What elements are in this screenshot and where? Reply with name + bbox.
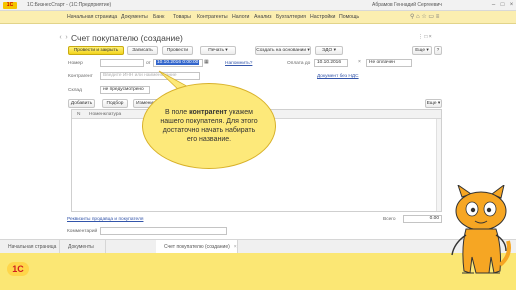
print-dropdown-button[interactable]: Печать ▾ bbox=[200, 46, 236, 55]
payment-status-select[interactable]: Не оплачен bbox=[366, 59, 412, 67]
maximize-button[interactable]: □ bbox=[499, 1, 506, 9]
date-from-label: от bbox=[146, 61, 151, 66]
form-title: Счет покупателю (создание) bbox=[71, 33, 183, 43]
left-panel bbox=[0, 24, 58, 239]
tab-invoice-label: Счет покупателю (создание) bbox=[164, 244, 230, 250]
total-label: Всего bbox=[383, 217, 396, 222]
help-button[interactable]: ? bbox=[434, 46, 442, 55]
requisites-link[interactable]: Реквизиты продавца и покупателя bbox=[67, 217, 143, 222]
no-vat-link[interactable]: Документ без НДС bbox=[317, 74, 359, 79]
payment-due-label: Оплата до bbox=[287, 61, 311, 66]
calendar-icon[interactable]: ▦ bbox=[204, 59, 209, 65]
menu-item-bank[interactable]: Банк bbox=[153, 14, 164, 20]
write-button[interactable]: Записать bbox=[127, 46, 158, 55]
menu-item-taxes[interactable]: Налоги bbox=[232, 14, 249, 20]
number-field[interactable] bbox=[100, 59, 144, 67]
post-and-close-button[interactable]: Провести и закрыть bbox=[68, 46, 124, 55]
contractor-input[interactable]: Введите ИНН или наименование bbox=[100, 72, 200, 80]
hint-text-bold: контрагент bbox=[189, 109, 228, 116]
edo-button[interactable]: ЭДО ▾ bbox=[315, 46, 343, 55]
main-menu-bar: Начальная страница Документы Банк Товары… bbox=[0, 11, 516, 24]
minimize-button[interactable]: – bbox=[490, 1, 497, 9]
window-title: 1С:БизнесСтарт - (1С:Предприятие) bbox=[27, 2, 112, 8]
hint-callout-text: В поле контрагент укажем нашего покупате… bbox=[157, 108, 261, 144]
column-nomenclature[interactable]: Номенклатура bbox=[89, 112, 121, 117]
table-more-button[interactable]: Еще ▾ bbox=[425, 99, 442, 108]
comment-field[interactable] bbox=[100, 227, 227, 235]
remind-link[interactable]: Напомнить? bbox=[225, 61, 252, 66]
comment-label: Комментарий bbox=[67, 229, 98, 234]
warehouse-label: Склад bbox=[68, 88, 82, 93]
payment-status-icon: × bbox=[358, 59, 361, 65]
more-actions-button[interactable]: Еще ▾ bbox=[412, 46, 432, 55]
pick-button[interactable]: Подбор bbox=[102, 99, 128, 108]
contractor-label: Контрагент bbox=[68, 74, 93, 79]
menu-item-help[interactable]: Помощь bbox=[339, 14, 359, 20]
tab-documents[interactable]: Документы bbox=[60, 240, 106, 254]
hint-text-prefix: В поле bbox=[164, 109, 190, 116]
nav-forward-button[interactable]: › bbox=[63, 33, 70, 42]
current-user[interactable]: Абрамов Геннадий Сергеевич bbox=[372, 2, 442, 8]
menu-item-contractors[interactable]: Контрагенты bbox=[197, 14, 228, 20]
payment-due-date-field[interactable]: 10.10.2016 bbox=[314, 59, 348, 67]
post-button[interactable]: Провести bbox=[162, 46, 193, 55]
menu-toolbar-icons[interactable]: ⚲ ⌂ ☆ ▭ ≡ bbox=[410, 13, 439, 20]
warehouse-select[interactable]: не предусмотрено bbox=[100, 86, 150, 94]
column-number[interactable]: N bbox=[77, 112, 80, 117]
menu-item-documents[interactable]: Документы bbox=[121, 14, 148, 20]
number-label: Номер bbox=[68, 61, 83, 66]
tab-invoice[interactable]: Счет покупателю (создание) × bbox=[156, 240, 238, 254]
date-field-value: 10.10.2016 0:00:00 bbox=[156, 60, 200, 65]
menu-item-accounting[interactable]: Бухгалтерия bbox=[276, 14, 306, 20]
menu-item-home[interactable]: Начальная страница bbox=[67, 14, 117, 20]
form-window-controls[interactable]: ⋮ □ × bbox=[418, 34, 432, 40]
1c-logo: 1С bbox=[7, 262, 29, 276]
table-scrollbar[interactable] bbox=[436, 119, 441, 211]
open-windows-tabbar: Начальная страница Документы Счет покупа… bbox=[0, 239, 516, 254]
total-value: 0.00 bbox=[403, 215, 442, 223]
cat-mascot-image bbox=[451, 185, 511, 274]
window-titlebar: 1С 1С:БизнесСтарт - (1С:Предприятие) Абр… bbox=[0, 0, 516, 11]
menu-item-analysis[interactable]: Анализ bbox=[254, 14, 272, 20]
menu-item-goods[interactable]: Товары bbox=[173, 14, 191, 20]
tab-home[interactable]: Начальная страница bbox=[0, 240, 60, 254]
create-based-on-button[interactable]: Создать на основании ▾ bbox=[255, 46, 311, 55]
hint-callout: В поле контрагент укажем нашего покупате… bbox=[142, 83, 276, 169]
date-field[interactable]: 10.10.2016 0:00:00 bbox=[153, 59, 203, 67]
close-window-button[interactable]: × bbox=[508, 1, 515, 9]
add-row-button[interactable]: Добавить bbox=[68, 99, 95, 108]
app-logo: 1С bbox=[3, 2, 17, 9]
bottom-brand-bar: 1С bbox=[0, 253, 516, 290]
menu-item-settings[interactable]: Настройки bbox=[310, 14, 335, 20]
close-tab-icon[interactable]: × bbox=[234, 244, 237, 250]
